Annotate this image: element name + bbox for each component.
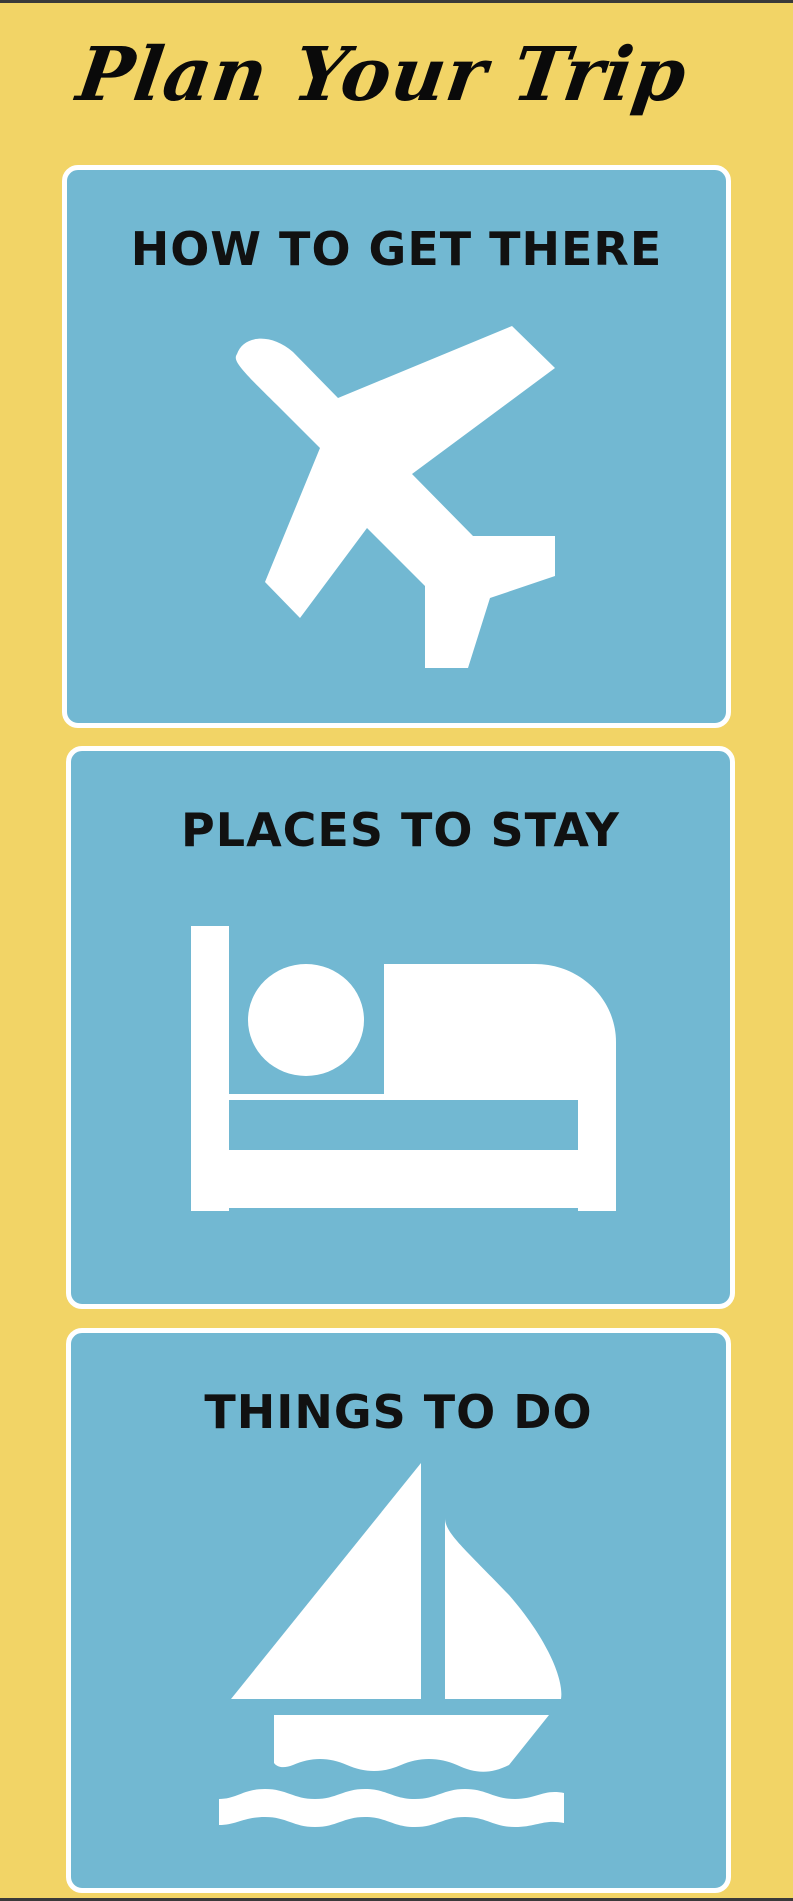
card-things-to-do[interactable]: THINGS TO DO bbox=[66, 1328, 731, 1893]
bed-icon bbox=[191, 926, 616, 1211]
page-title: Plan Your Trip bbox=[71, 32, 693, 118]
card-places-to-stay[interactable]: PLACES TO STAY bbox=[66, 746, 735, 1309]
card-title: THINGS TO DO bbox=[204, 1385, 593, 1439]
card-title: PLACES TO STAY bbox=[181, 803, 620, 857]
airplane-icon bbox=[235, 326, 555, 668]
card-title: HOW TO GET THERE bbox=[130, 222, 663, 276]
sailboat-icon bbox=[219, 1463, 564, 1827]
card-how-to-get-there[interactable]: HOW TO GET THERE bbox=[62, 165, 731, 728]
top-border bbox=[0, 0, 793, 3]
